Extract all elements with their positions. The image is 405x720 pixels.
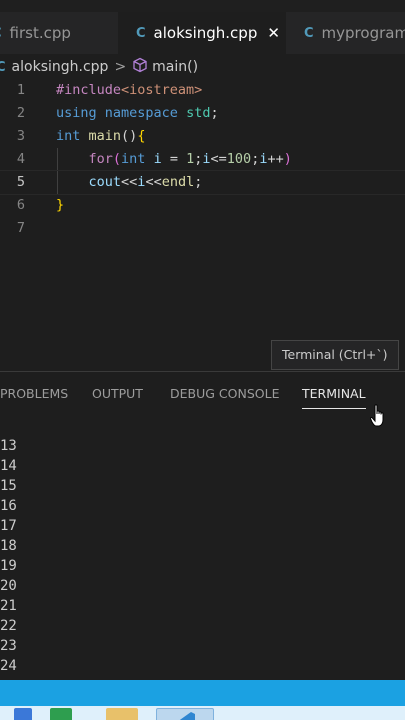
- code-line-1[interactable]: 1 #include<iostream>: [0, 79, 405, 102]
- hand-pointer-icon: [370, 404, 388, 432]
- token-variable: i: [153, 151, 162, 167]
- token-directive: #include: [56, 82, 122, 98]
- token-paren: (: [112, 151, 122, 167]
- token-include-path: <iostream>: [121, 82, 203, 98]
- terminal-line: 24: [0, 658, 17, 674]
- token-op: ++: [267, 151, 284, 167]
- tab-output[interactable]: OUTPUT: [92, 386, 143, 401]
- code-line-6[interactable]: 6 }: [0, 194, 405, 217]
- terminal-line: 22: [0, 618, 17, 634]
- code-line-5[interactable]: 5 cout<<i<<endl;: [0, 170, 405, 195]
- code-line-3[interactable]: 3 int main(){: [0, 125, 405, 148]
- token-op: <<: [145, 174, 162, 190]
- vscode-taskbar-icon[interactable]: [156, 708, 214, 720]
- line-number: 3: [16, 128, 25, 144]
- tab-problems[interactable]: PROBLEMS: [0, 386, 68, 401]
- editor-tab-bar: C first.cpp C aloksingh.cpp ✕ C myprogra…: [0, 12, 405, 54]
- code-line-2[interactable]: 2 using namespace std;: [0, 102, 405, 125]
- terminal-tooltip: Terminal (Ctrl+`): [271, 340, 399, 370]
- line-number: 5: [16, 174, 25, 190]
- terminal-line: 18: [0, 538, 17, 554]
- line-number: 4: [16, 151, 25, 167]
- line-number: 7: [16, 220, 25, 236]
- token-op: =: [161, 151, 187, 167]
- terminal-line: 13: [0, 438, 17, 454]
- line-number: 1: [16, 82, 25, 98]
- code-line-7[interactable]: 7: [0, 217, 405, 240]
- token-control: for: [88, 151, 113, 167]
- symbol-method-icon: [132, 57, 148, 77]
- token-punct: ;: [194, 174, 203, 190]
- token-type: int: [56, 128, 81, 144]
- token-variable: i: [202, 151, 211, 167]
- token-op: <<: [121, 174, 138, 190]
- tab-terminal[interactable]: TERMINAL: [302, 386, 366, 409]
- terminal-line: 20: [0, 578, 17, 594]
- title-bar: ⌃: [0, 0, 405, 12]
- token-type: int: [121, 151, 146, 167]
- token-op: <=: [210, 151, 227, 167]
- token-paren: ): [283, 151, 292, 167]
- breadcrumb: C aloksingh.cpp > main(): [0, 54, 405, 80]
- tab-label: aloksingh.cpp: [153, 24, 258, 42]
- terminal-line: 21: [0, 598, 17, 614]
- token-namespace: std: [186, 105, 211, 121]
- token-function: endl: [161, 174, 195, 190]
- token-number: 100: [226, 151, 252, 167]
- terminal-line: 16: [0, 498, 17, 514]
- close-icon[interactable]: ✕: [267, 24, 280, 42]
- token-keyword: using: [56, 105, 97, 121]
- terminal-line: 14: [0, 458, 17, 474]
- tab-first-cpp[interactable]: C first.cpp: [0, 12, 116, 54]
- line-number: 2: [16, 105, 25, 121]
- tab-aloksingh-cpp[interactable]: C aloksingh.cpp ✕: [118, 12, 286, 54]
- token-punct: ;: [210, 105, 219, 121]
- tab-myprogram[interactable]: C myprogram: [304, 12, 405, 54]
- cpp-file-icon: C: [304, 25, 314, 41]
- token-parens: (): [121, 128, 138, 144]
- folder-icon[interactable]: [106, 708, 138, 720]
- terminal-line: 15: [0, 478, 17, 494]
- terminal-output[interactable]: 13 14 15 16 17 18 19 20 21 22 23 24: [0, 436, 405, 676]
- terminal-line: 19: [0, 558, 17, 574]
- tab-label: myprogram: [321, 24, 405, 42]
- tab-debug-console[interactable]: DEBUG CONSOLE: [170, 386, 279, 401]
- taskbar-app-icon[interactable]: [50, 708, 72, 720]
- taskbar-app-icon[interactable]: [14, 708, 32, 720]
- breadcrumb-file[interactable]: aloksingh.cpp: [12, 59, 109, 75]
- panel-tab-bar: PROBLEMS OUTPUT DEBUG CONSOLE TERMINAL: [0, 372, 405, 412]
- token-brace: {: [137, 128, 146, 144]
- token-keyword: namespace: [104, 105, 178, 121]
- line-number: 6: [16, 197, 25, 213]
- token-function: main: [88, 128, 122, 144]
- os-taskbar: [0, 706, 405, 720]
- terminal-line: 17: [0, 518, 17, 534]
- cpp-file-icon: C: [136, 25, 146, 41]
- token-variable: cout: [88, 174, 122, 190]
- cpp-file-icon: C: [0, 26, 2, 41]
- code-line-4[interactable]: 4 for(int i = 1;i<=100;i++): [0, 148, 405, 171]
- token-brace: }: [56, 197, 65, 213]
- window-control-icon[interactable]: ⌃: [395, 0, 405, 8]
- cpp-file-icon: C: [0, 59, 6, 75]
- breadcrumb-separator: >: [114, 59, 127, 75]
- tab-label: first.cpp: [9, 24, 71, 42]
- terminal-line: 23: [0, 638, 17, 654]
- breadcrumb-symbol[interactable]: main(): [152, 59, 198, 75]
- status-bar: [0, 680, 405, 706]
- code-editor[interactable]: 1 #include<iostream> 2 using namespace s…: [0, 79, 405, 369]
